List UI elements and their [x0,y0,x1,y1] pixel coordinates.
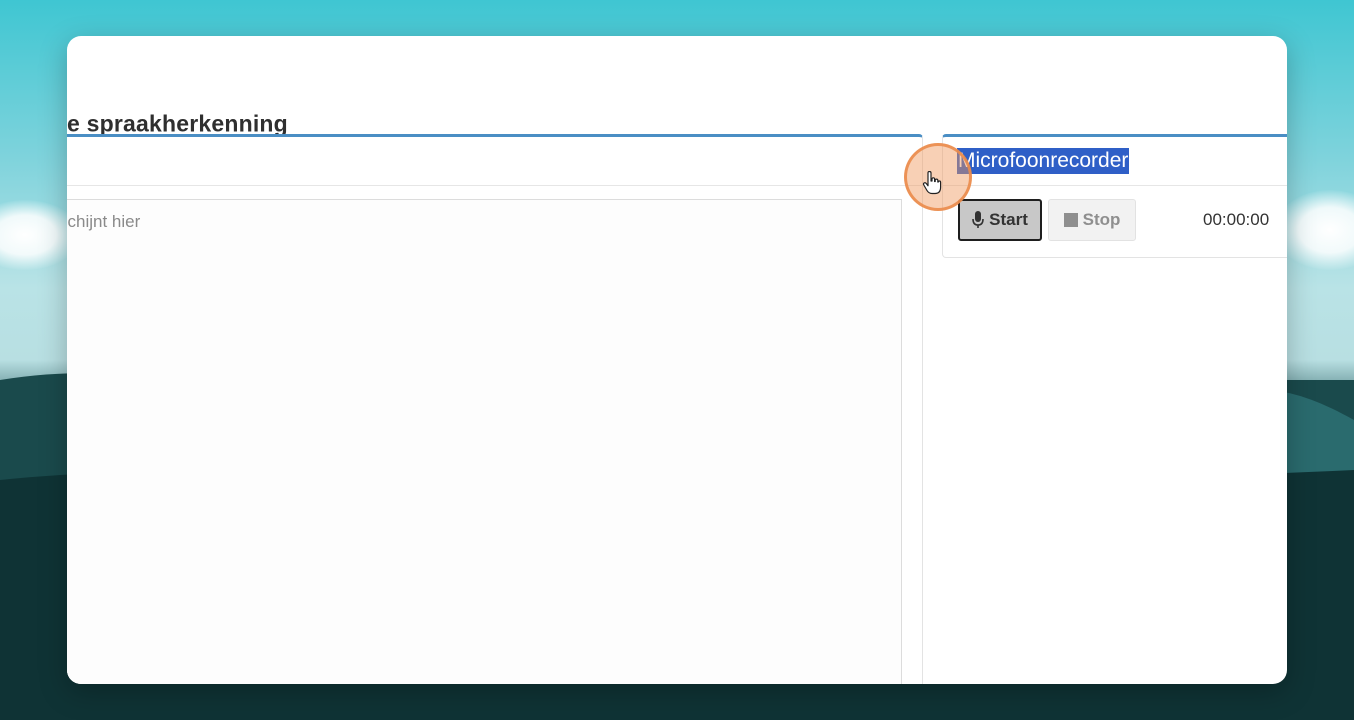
microphone-icon [972,211,984,228]
transcript-placeholder: schijnt hier [67,212,141,231]
recording-timer: 00:00:00 [1203,210,1270,229]
recorder-panel-header: Microfoonrecorder [943,137,1287,186]
recorder-panel: Microfoonrecorder Start Stop 00:00:00 [942,134,1287,258]
transcript-textarea[interactable]: schijnt hier [67,199,902,684]
app-window: e spraakherkenning schijnt hier Microfoo… [67,36,1287,684]
transcript-panel: schijnt hier [67,134,923,684]
transcript-panel-header [67,137,922,186]
stop-button[interactable]: Stop [1048,199,1136,241]
recorder-title: Microfoonrecorder [957,148,1130,174]
stop-button-label: Stop [1082,210,1121,229]
stop-square-icon [1063,213,1078,227]
start-button[interactable]: Start [958,199,1042,241]
start-button-label: Start [989,210,1028,229]
